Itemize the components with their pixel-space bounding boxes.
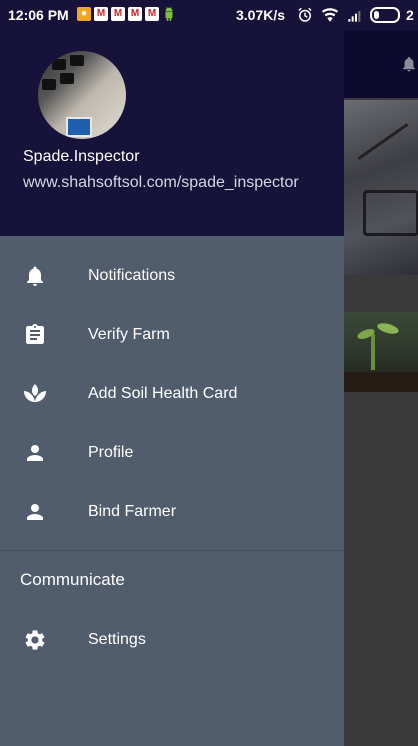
avatar[interactable] <box>38 51 126 139</box>
status-time: 12:06 PM <box>8 7 69 23</box>
drawer-menu: Notifications Verify Farm Add Soil Healt… <box>0 246 344 541</box>
battery-level: 2 <box>406 7 414 23</box>
menu-item-add-soil-health-card[interactable]: Add Soil Health Card <box>0 364 344 423</box>
gmail-icon: M <box>94 7 108 21</box>
gmail-icon: M <box>111 7 125 21</box>
app-notification-icon: ● <box>77 7 91 21</box>
menu-label: Settings <box>88 630 146 648</box>
clipboard-icon <box>22 322 48 348</box>
user-url: www.shahsoftsol.com/spade_inspector <box>23 174 299 191</box>
network-speed: 3.07K/s <box>236 7 286 23</box>
notification-icons: ● M M M M <box>77 7 176 21</box>
person-icon <box>22 440 48 466</box>
android-icon <box>162 7 176 21</box>
wifi-icon <box>321 8 339 22</box>
menu-label: Bind Farmer <box>88 502 177 520</box>
menu-item-notifications[interactable]: Notifications <box>0 246 344 305</box>
status-bar: 12:06 PM ● M M M M 3.07K/s 2 <box>0 0 418 30</box>
signal-icon <box>348 11 361 22</box>
person-icon <box>22 499 48 525</box>
system-icons: 2 <box>296 6 414 24</box>
background-image-card <box>343 100 418 275</box>
menu-label: Profile <box>88 443 134 461</box>
navigation-drawer: Spade.Inspector www.shahsoftsol.com/spad… <box>0 30 344 746</box>
alarm-icon <box>298 7 312 22</box>
battery-icon <box>370 7 400 23</box>
user-name: Spade.Inspector <box>23 148 140 165</box>
menu-label: Add Soil Health Card <box>88 384 238 402</box>
menu-item-profile[interactable]: Profile <box>0 423 344 482</box>
divider <box>0 550 344 551</box>
menu-item-verify-farm[interactable]: Verify Farm <box>0 305 344 364</box>
bell-icon <box>22 263 48 289</box>
menu-item-bind-farmer[interactable]: Bind Farmer <box>0 482 344 541</box>
drawer-header: Spade.Inspector www.shahsoftsol.com/spad… <box>0 30 344 236</box>
menu-item-settings[interactable]: Settings <box>0 610 344 669</box>
background-plant-image <box>343 312 418 392</box>
gear-icon <box>22 627 48 653</box>
sprout-icon <box>22 381 48 407</box>
gmail-icon: M <box>128 7 142 21</box>
bell-icon <box>403 56 415 72</box>
menu-label: Notifications <box>88 266 176 284</box>
menu-label: Verify Farm <box>88 325 170 343</box>
section-header-communicate: Communicate <box>20 570 125 589</box>
gmail-icon: M <box>145 7 159 21</box>
